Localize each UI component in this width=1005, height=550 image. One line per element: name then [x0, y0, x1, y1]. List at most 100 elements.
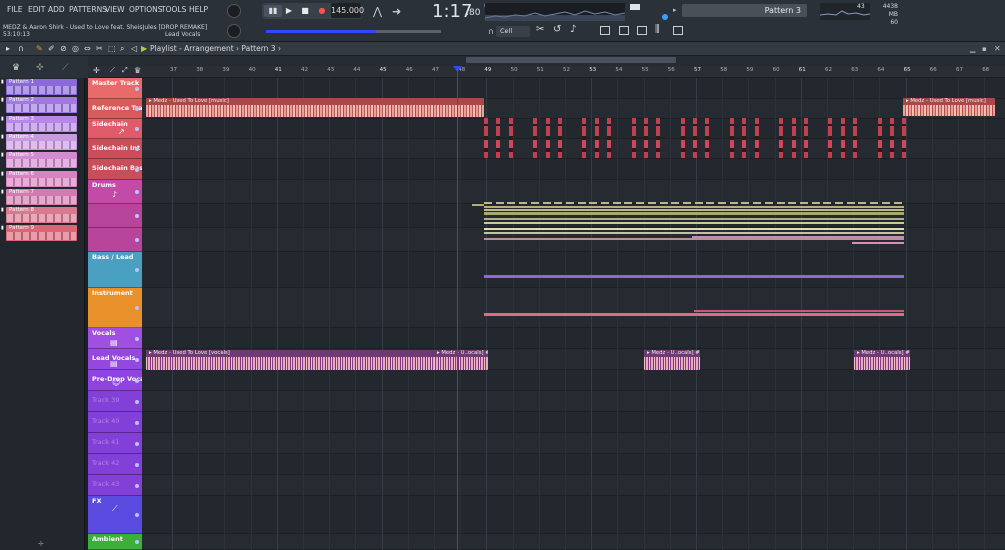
close-icon[interactable]: ✕: [994, 44, 1001, 53]
sidechain-note[interactable]: [631, 118, 636, 158]
drum-hit[interactable]: [694, 202, 703, 204]
tempo-display[interactable]: 145.000: [331, 3, 364, 18]
audio-picker-icon[interactable]: ✜: [36, 63, 44, 73]
minimize-icon[interactable]: ▁: [970, 45, 975, 53]
track-mute-icon[interactable]: [135, 86, 139, 91]
sidechain-note[interactable]: [594, 118, 599, 158]
drum-hit[interactable]: [495, 202, 504, 204]
drum-hit[interactable]: [846, 202, 855, 204]
drum-hit[interactable]: [542, 202, 551, 204]
sidechain-note[interactable]: [656, 118, 661, 158]
drum-hit[interactable]: [530, 202, 539, 204]
sidechain-note[interactable]: [705, 118, 710, 158]
track-edit-icon[interactable]: ⟋: [110, 66, 115, 75]
pattern-arrow-icon[interactable]: ▸: [673, 6, 677, 14]
metronome-icon[interactable]: ⋀: [373, 5, 382, 18]
pencil-tool-icon[interactable]: ✎: [36, 44, 43, 53]
record-button[interactable]: ●: [313, 5, 331, 17]
drum-hit[interactable]: [601, 202, 609, 204]
sidechain-note[interactable]: [902, 118, 907, 158]
piano-roll-icon[interactable]: [637, 26, 647, 35]
bass-pattern-clip[interactable]: [484, 275, 904, 278]
browser-icon[interactable]: [673, 26, 683, 35]
sidechain-note[interactable]: [693, 118, 698, 158]
sidechain-note[interactable]: [754, 118, 759, 158]
drum-hit[interactable]: [647, 202, 656, 204]
overview-viewport[interactable]: [466, 57, 676, 63]
drum-hit[interactable]: [811, 202, 820, 204]
drum-pattern-clip[interactable]: [484, 232, 904, 234]
drum-hit[interactable]: [671, 202, 680, 204]
drum-hit[interactable]: [741, 202, 750, 204]
drum-hit[interactable]: [764, 202, 773, 204]
drum-pattern-clip[interactable]: [692, 236, 904, 238]
menu-add[interactable]: ADD: [45, 3, 68, 17]
playback-tool-icon[interactable]: ◁: [131, 44, 137, 53]
menu-tools[interactable]: TOOLS: [158, 3, 189, 17]
track-mute-icon[interactable]: [135, 420, 139, 425]
drum-pattern-clip[interactable]: [484, 218, 904, 220]
drum-pattern-clip[interactable]: [852, 242, 904, 244]
track-header[interactable]: Track 41: [88, 433, 142, 454]
sidechain-note[interactable]: [840, 118, 845, 158]
drum-pattern-clip[interactable]: [484, 222, 904, 224]
track-mute-icon[interactable]: [135, 306, 139, 310]
playlist-window-icon[interactable]: [600, 26, 610, 35]
audio-clip[interactable]: ▸ Medz - U..ocals] #3: [644, 350, 700, 370]
drum-hit[interactable]: [577, 202, 586, 204]
pattern-selector[interactable]: Pattern 3: [682, 4, 807, 17]
track-header[interactable]: Bass / Lead: [88, 252, 142, 288]
sidechain-note[interactable]: [779, 118, 784, 158]
drum-hit[interactable]: [659, 202, 668, 204]
pattern-item[interactable]: Pattern 9 ▮: [1, 225, 77, 242]
add-track-icon[interactable]: ✛: [93, 66, 100, 75]
sidechain-note[interactable]: [803, 118, 808, 158]
sidechain-note[interactable]: [730, 118, 734, 158]
sidechain-note[interactable]: [557, 118, 562, 158]
sidechain-note[interactable]: [607, 118, 611, 158]
drum-hit[interactable]: [554, 202, 563, 204]
drum-hit[interactable]: [788, 202, 797, 204]
mute-tool-icon[interactable]: ◎: [72, 44, 79, 53]
drum-hit[interactable]: [858, 202, 867, 204]
playlist-grid[interactable]: ▸ Medz - Used To Love [music] ▸ Medz - Us…: [142, 78, 1005, 550]
track-mute-icon[interactable]: [135, 238, 139, 242]
drum-pattern-clip[interactable]: [484, 206, 904, 208]
track-mute-icon[interactable]: [135, 107, 139, 111]
sidechain-note[interactable]: [582, 118, 587, 158]
sidechain-note[interactable]: [791, 118, 796, 158]
sidechain-note[interactable]: [877, 118, 882, 158]
drum-hit[interactable]: [835, 202, 843, 204]
sidechain-note[interactable]: [889, 118, 894, 158]
master-volume-knob[interactable]: [227, 4, 241, 18]
channel-rack-icon[interactable]: [619, 26, 629, 35]
drum-pattern-clip[interactable]: [484, 209, 904, 211]
select-tool-icon[interactable]: ⬚: [108, 44, 116, 53]
track-header[interactable]: Master Track: [88, 78, 142, 99]
audio-clip[interactable]: ▸ Medz - U..ocals] #6: [434, 350, 488, 370]
drum-hit[interactable]: [799, 202, 808, 204]
mixer-icon[interactable]: ⫼: [655, 24, 660, 35]
drum-hit[interactable]: [881, 202, 890, 204]
sidechain-note[interactable]: [484, 118, 488, 158]
sidechain-note[interactable]: [828, 118, 833, 158]
zoom-tool-icon[interactable]: ⌕: [120, 44, 124, 54]
drum-pattern-clip[interactable]: [484, 212, 904, 215]
menu-file[interactable]: FILE: [4, 3, 25, 17]
track-header[interactable]: Ambient: [88, 534, 142, 550]
track-header[interactable]: Instrument: [88, 288, 142, 328]
playhead[interactable]: [457, 66, 458, 550]
track-mute-icon[interactable]: [135, 513, 139, 517]
cut-tool-icon[interactable]: ✂: [536, 24, 544, 35]
arrow-right-icon[interactable]: ➜: [392, 5, 401, 18]
brush-tool-icon[interactable]: ✐: [48, 44, 55, 53]
pattern-item[interactable]: Pattern 7 ▮: [1, 188, 77, 205]
drum-hit[interactable]: [519, 202, 528, 204]
instrument-pattern-clip[interactable]: [484, 313, 904, 316]
drum-hit[interactable]: [589, 202, 598, 204]
track-mute-icon[interactable]: [135, 462, 139, 467]
sidechain-note[interactable]: [680, 118, 685, 158]
track-header[interactable]: Track 40: [88, 412, 142, 433]
sidechain-note[interactable]: [742, 118, 747, 158]
timeline-ruler[interactable]: 37 38 39 40 41 42 43 44 45 46 47 48 49 50 51 52 53 54 55 56…: [146, 66, 1005, 77]
